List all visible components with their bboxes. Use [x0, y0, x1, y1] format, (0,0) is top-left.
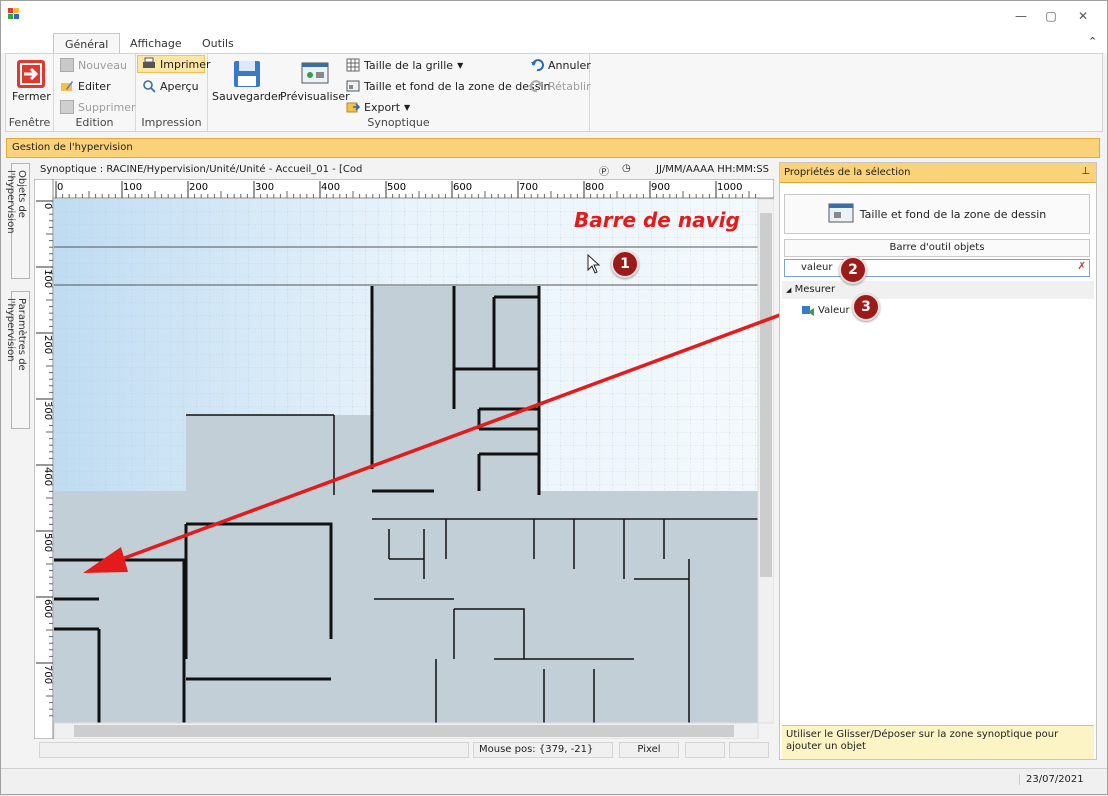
canvas-size-icon: [828, 203, 854, 223]
collapse-arrow-icon: ◢: [786, 286, 792, 294]
application-window: — ▢ ✕ Général Affichage Outils ⌃ Fermer …: [0, 0, 1108, 795]
step-badge-1: 1: [611, 250, 639, 278]
tree-item-valeur[interactable]: Valeur: [802, 301, 850, 319]
background-size-panel-label: Taille et fond de la zone de dessin: [859, 207, 1047, 221]
properties-hint: Utiliser le Glisser/Déposer sur la zone …: [782, 725, 1094, 759]
tree-group-mesurer[interactable]: ◢ Mesurer: [782, 281, 1094, 299]
unit-label: Pixel: [619, 742, 679, 758]
status-empty-2: [685, 742, 725, 758]
value-object-icon: [802, 306, 814, 316]
properties-title-text: Propriétés de la sélection: [784, 167, 911, 178]
properties-title: Propriétés de la sélection ⊥: [780, 163, 1096, 183]
status-bar: 23/07/2021: [1, 768, 1107, 794]
background-size-panel-button[interactable]: Taille et fond de la zone de dessin: [784, 194, 1090, 234]
pin-icon[interactable]: ⊥: [1081, 166, 1090, 177]
step-badge-2: 2: [839, 256, 867, 284]
mouse-cursor-icon: [587, 254, 601, 274]
object-toolbar-title: Barre d'outil objets: [889, 242, 985, 253]
status-empty: [39, 742, 469, 758]
properties-hint-text: Utiliser le Glisser/Déposer sur la zone …: [786, 729, 1059, 752]
object-toolbar-header: Barre d'outil objets: [784, 239, 1090, 257]
step-badge-3: 3: [852, 293, 880, 321]
object-search-input[interactable]: valeur ✗: [784, 259, 1090, 277]
tree-item-label: Valeur: [818, 304, 850, 316]
clear-search-icon[interactable]: ✗: [1078, 261, 1086, 272]
object-search-value: valeur: [801, 262, 833, 273]
tree-group-label: Mesurer: [794, 284, 836, 295]
mouse-position: Mouse pos: {379, -21}: [473, 742, 613, 758]
status-empty-3: [729, 742, 769, 758]
footer-date: 23/07/2021: [1019, 774, 1084, 785]
properties-panel: Propriétés de la sélection ⊥ Taille et f…: [779, 162, 1097, 760]
